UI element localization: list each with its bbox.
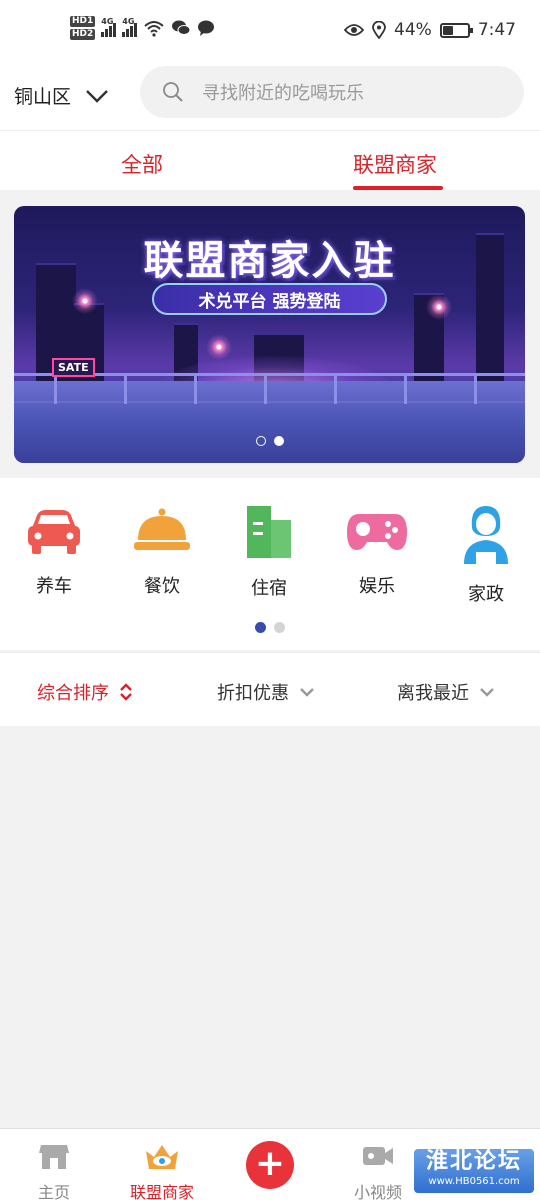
watermark-name: 淮北论坛: [425, 1149, 522, 1174]
nav-alliance-label: 联盟商家: [129, 1183, 194, 1200]
banner-dot[interactable]: [256, 436, 266, 446]
banner-pagination: [256, 436, 284, 446]
nav-home-label: 主页: [37, 1183, 70, 1200]
banner-dot-active[interactable]: [274, 436, 284, 446]
banner-title: 联盟商家入驻: [143, 238, 396, 284]
message-icon: [198, 20, 215, 36]
active-tab-indicator: [353, 186, 443, 190]
clock: 7:47: [477, 20, 516, 40]
city-selector[interactable]: 铜山区: [14, 82, 109, 109]
category-label: 养车: [36, 576, 72, 597]
category-grid: 养车 餐饮 住宿 娱乐 家政: [0, 478, 540, 650]
status-right: 44% 7:47: [344, 20, 516, 40]
category-pagination: [255, 622, 285, 633]
banner-sign: SATE: [52, 358, 95, 377]
eye-icon: [344, 24, 365, 36]
sort-icon: [120, 683, 132, 701]
housekeeper-icon: [464, 506, 508, 564]
signal-2-icon: 4G: [122, 17, 138, 37]
nav-home[interactable]: 主页: [34, 1141, 74, 1200]
banner-subtitle: 术兑平台 强势登陆: [152, 283, 387, 315]
search-placeholder[interactable]: 寻找附近的吃喝玩乐: [202, 79, 364, 105]
category-label: 住宿: [251, 578, 287, 599]
filter-nearest-label: 离我最近: [397, 683, 469, 704]
hd-badges: HD1 HD2: [70, 16, 96, 40]
category-label: 家政: [468, 584, 504, 605]
filter-discount-label: 折扣优惠: [217, 683, 289, 704]
nav-alliance-merchants[interactable]: 联盟商家: [126, 1141, 198, 1200]
category-dot-active[interactable]: [255, 622, 266, 633]
city-label: 铜山区: [14, 86, 72, 108]
category-label: 娱乐: [359, 576, 395, 597]
battery-percent: 44%: [394, 20, 432, 40]
location-icon: [372, 21, 386, 39]
chevron-down-icon: [86, 89, 108, 103]
store-icon: [39, 1145, 69, 1169]
bottom-navigation: 主页 联盟商家 + 小视频 淮北论坛 www.HB0561.com: [0, 1128, 540, 1200]
battery-icon: [439, 22, 473, 38]
search-bar[interactable]: 寻找附近的吃喝玩乐: [140, 66, 524, 118]
nav-video-label: 小视频: [353, 1183, 402, 1200]
wifi-icon: [144, 21, 164, 37]
plus-icon: +: [254, 1143, 286, 1184]
tab-bar: 全部 联盟商家: [0, 130, 540, 190]
top-header: 铜山区 寻找附近的吃喝玩乐: [0, 60, 540, 130]
food-cloche-icon: [134, 508, 190, 550]
filter-nearest[interactable]: 离我最近: [397, 679, 495, 705]
video-camera-icon: [363, 1147, 393, 1165]
filter-discount[interactable]: 折扣优惠: [217, 679, 315, 705]
banner-railing: [14, 373, 525, 404]
chevron-down-icon: [300, 688, 314, 697]
tab-alliance-merchants[interactable]: 联盟商家: [353, 149, 437, 179]
chevron-down-icon: [480, 688, 494, 697]
search-icon: [163, 82, 183, 102]
net1-label: 4G: [101, 17, 114, 26]
building-icon: [247, 506, 291, 558]
hd2-badge: HD2: [70, 29, 96, 40]
crown-eye-icon: [146, 1145, 178, 1169]
category-dining[interactable]: 餐饮: [122, 502, 202, 598]
hd1-badge: HD1: [70, 16, 96, 27]
filter-bar: 综合排序 折扣优惠 离我最近: [0, 652, 540, 726]
forum-watermark: 淮北论坛 www.HB0561.com: [414, 1149, 534, 1193]
watermark-url: www.HB0561.com: [428, 1176, 520, 1187]
category-housekeeping[interactable]: 家政: [446, 502, 526, 606]
car-icon: [28, 510, 80, 554]
category-entertainment[interactable]: 娱乐: [337, 502, 417, 598]
promo-banner[interactable]: SATE 联盟商家入驻 术兑平台 强势登陆: [14, 206, 525, 463]
wechat-icon: [172, 20, 191, 35]
status-bar: HD1 HD2 4G 4G 44% 7:47: [0, 0, 540, 60]
signal-1-icon: 4G: [101, 17, 117, 37]
category-lodging[interactable]: 住宿: [229, 502, 309, 600]
category-dot[interactable]: [274, 622, 285, 633]
nav-short-video[interactable]: 小视频: [350, 1141, 406, 1200]
gamepad-icon: [347, 514, 407, 550]
category-label: 餐饮: [144, 576, 180, 597]
net2-label: 4G: [122, 17, 135, 26]
status-left: HD1 HD2 4G 4G: [70, 16, 215, 40]
filter-sort-label: 综合排序: [37, 683, 109, 704]
add-button[interactable]: +: [246, 1141, 294, 1189]
tab-all[interactable]: 全部: [121, 149, 163, 179]
category-car-care[interactable]: 养车: [14, 502, 94, 598]
filter-sort[interactable]: 综合排序: [37, 679, 133, 705]
